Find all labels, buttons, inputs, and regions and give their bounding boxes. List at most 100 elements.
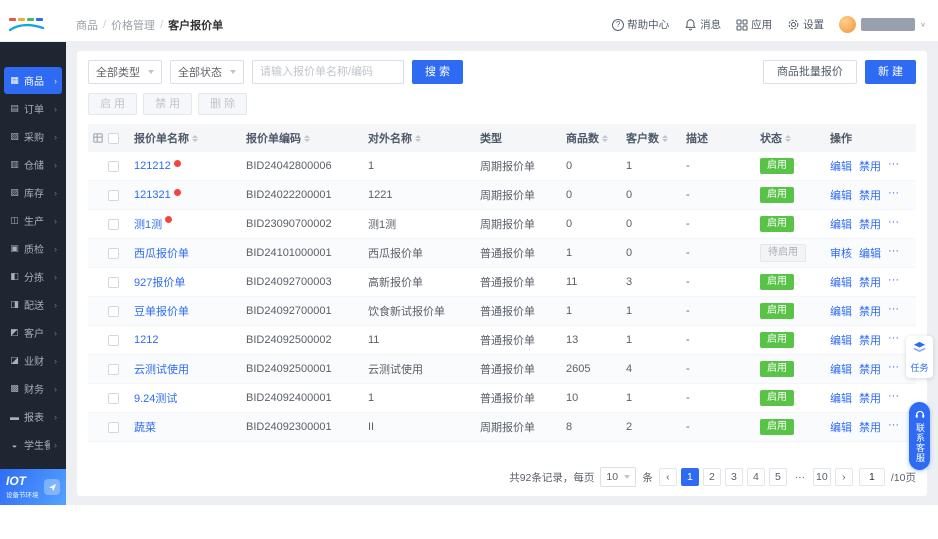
row-checkbox[interactable] — [108, 363, 119, 375]
next-page-button[interactable]: › — [834, 468, 853, 486]
action-edit[interactable]: 编辑 — [830, 419, 852, 435]
quote-name-link[interactable]: 9.24测试 — [134, 393, 177, 405]
row-checkbox[interactable] — [108, 334, 119, 346]
action-disable[interactable]: 禁用 — [859, 187, 881, 203]
more-actions-button[interactable]: ··· — [888, 158, 899, 174]
sort-icon[interactable] — [662, 134, 668, 142]
row-checkbox[interactable] — [108, 421, 119, 433]
action-edit[interactable]: 编辑 — [830, 274, 852, 290]
sort-icon[interactable] — [192, 134, 198, 142]
column-header-code[interactable]: 报价单编码 — [246, 130, 368, 146]
search-input[interactable] — [252, 60, 404, 84]
page-button[interactable]: 5 — [768, 468, 787, 486]
row-checkbox[interactable] — [108, 392, 119, 404]
action-disable[interactable]: 禁用 — [859, 361, 881, 377]
sidebar-item-inventory[interactable]: ▨ 库存 › — [4, 179, 62, 206]
search-button[interactable]: 搜 索 — [412, 60, 464, 84]
sidebar-item-business-finance[interactable]: ◪ 业财 › — [4, 347, 62, 374]
sidebar-item-quality[interactable]: ▣ 质检 › — [4, 235, 62, 262]
row-checkbox[interactable] — [108, 218, 119, 230]
page-button[interactable]: 3 — [724, 468, 743, 486]
action-edit[interactable]: 编辑 — [830, 187, 852, 203]
more-actions-button[interactable]: ··· — [888, 303, 899, 319]
column-header-goods[interactable]: 商品数 — [566, 130, 626, 146]
quote-name-link[interactable]: 豆单报价单 — [134, 306, 189, 318]
user-menu[interactable]: ∨ — [839, 16, 926, 33]
action-disable[interactable]: 禁用 — [859, 390, 881, 406]
action-edit[interactable]: 编辑 — [859, 245, 881, 261]
sidebar-item-production[interactable]: ◫ 生产 › — [4, 207, 62, 234]
action-edit[interactable]: 编辑 — [830, 158, 852, 174]
page-button[interactable]: 1 — [680, 468, 699, 486]
sort-icon[interactable] — [415, 134, 421, 142]
action-edit[interactable]: 编辑 — [830, 216, 852, 232]
row-checkbox[interactable] — [108, 276, 119, 288]
action-disable[interactable]: 禁用 — [859, 274, 881, 290]
action-disable[interactable]: 禁用 — [859, 303, 881, 319]
create-button[interactable]: 新 建 — [864, 60, 916, 84]
column-header-status[interactable]: 状态 — [760, 130, 830, 146]
row-checkbox[interactable] — [108, 305, 119, 317]
page-button[interactable]: 2 — [702, 468, 721, 486]
quote-name-link[interactable]: 西瓜报价单 — [134, 248, 189, 260]
more-actions-button[interactable]: ··· — [888, 390, 899, 406]
apps-button[interactable]: 应用 — [736, 17, 772, 32]
action-disable[interactable]: 禁用 — [859, 419, 881, 435]
select-all-checkbox[interactable] — [108, 132, 119, 144]
page-button[interactable]: 10 — [812, 468, 831, 486]
iot-banner[interactable]: IOT 设备节环境 — [0, 469, 66, 505]
sidebar-item-student-meal[interactable]: ◒ 学生餐 › — [4, 431, 62, 458]
action-edit[interactable]: 编辑 — [830, 390, 852, 406]
more-actions-button[interactable]: ··· — [888, 332, 899, 348]
action-review[interactable]: 审核 — [830, 245, 852, 261]
task-float-button[interactable]: 任务 — [906, 336, 933, 378]
messages-button[interactable]: 消息 — [684, 17, 721, 32]
quote-name-link[interactable]: 121212 — [134, 160, 171, 172]
quote-name-link[interactable]: 云测试使用 — [134, 364, 189, 376]
status-select[interactable]: 全部状态 — [170, 60, 244, 84]
row-checkbox[interactable] — [108, 247, 119, 259]
table-config-icon[interactable] — [88, 133, 108, 143]
sidebar-item-purchase[interactable]: ▧ 采购 › — [4, 123, 62, 150]
batch-quote-button[interactable]: 商品批量报价 — [762, 60, 857, 84]
page-size-select[interactable]: 10 — [600, 467, 637, 487]
sort-icon[interactable] — [304, 134, 310, 142]
quote-name-link[interactable]: 测1测 — [134, 219, 162, 231]
action-disable[interactable]: 禁用 — [859, 158, 881, 174]
quote-name-link[interactable]: 121321 — [134, 189, 171, 201]
page-button[interactable]: 4 — [746, 468, 765, 486]
customer-service-button[interactable]: 联系客服 — [909, 402, 930, 470]
more-actions-button[interactable]: ··· — [888, 216, 899, 232]
breadcrumb-item[interactable]: 价格管理 — [111, 17, 155, 33]
prev-page-button[interactable]: ‹ — [658, 468, 677, 486]
action-edit[interactable]: 编辑 — [830, 303, 852, 319]
action-disable[interactable]: 禁用 — [859, 332, 881, 348]
page-jump-input[interactable] — [858, 468, 885, 486]
sort-icon[interactable] — [602, 134, 608, 142]
quote-name-link[interactable]: 1212 — [134, 334, 158, 346]
more-actions-button[interactable]: ··· — [888, 419, 899, 435]
more-actions-button[interactable]: ··· — [888, 245, 899, 261]
sidebar-item-orders[interactable]: ▤ 订单 › — [4, 95, 62, 122]
delete-button[interactable]: 删 除 — [198, 93, 248, 115]
column-header-external[interactable]: 对外名称 — [368, 130, 480, 146]
sidebar-item-sorting[interactable]: ◧ 分拣 › — [4, 263, 62, 290]
row-checkbox[interactable] — [108, 189, 119, 201]
more-actions-button[interactable]: ··· — [888, 187, 899, 203]
column-header-customers[interactable]: 客户数 — [626, 130, 686, 146]
help-center-button[interactable]: ? 帮助中心 — [612, 17, 669, 32]
type-select[interactable]: 全部类型 — [88, 60, 162, 84]
action-disable[interactable]: 禁用 — [859, 216, 881, 232]
sidebar-item-goods[interactable]: ▦ 商品 › — [4, 67, 62, 94]
action-edit[interactable]: 编辑 — [830, 361, 852, 377]
breadcrumb-item[interactable]: 商品 — [76, 17, 98, 33]
column-header-name[interactable]: 报价单名称 — [134, 130, 246, 146]
more-actions-button[interactable]: ··· — [888, 274, 899, 290]
action-edit[interactable]: 编辑 — [830, 332, 852, 348]
sidebar-item-delivery[interactable]: ◨ 配送 › — [4, 291, 62, 318]
sidebar-item-finance[interactable]: ▩ 财务 › — [4, 375, 62, 402]
settings-button[interactable]: 设置 — [787, 17, 824, 32]
sidebar-item-customers[interactable]: ◩ 客户 › — [4, 319, 62, 346]
quote-name-link[interactable]: 927报价单 — [134, 277, 185, 289]
sidebar-item-reports[interactable]: ▬ 报表 › — [4, 403, 62, 430]
